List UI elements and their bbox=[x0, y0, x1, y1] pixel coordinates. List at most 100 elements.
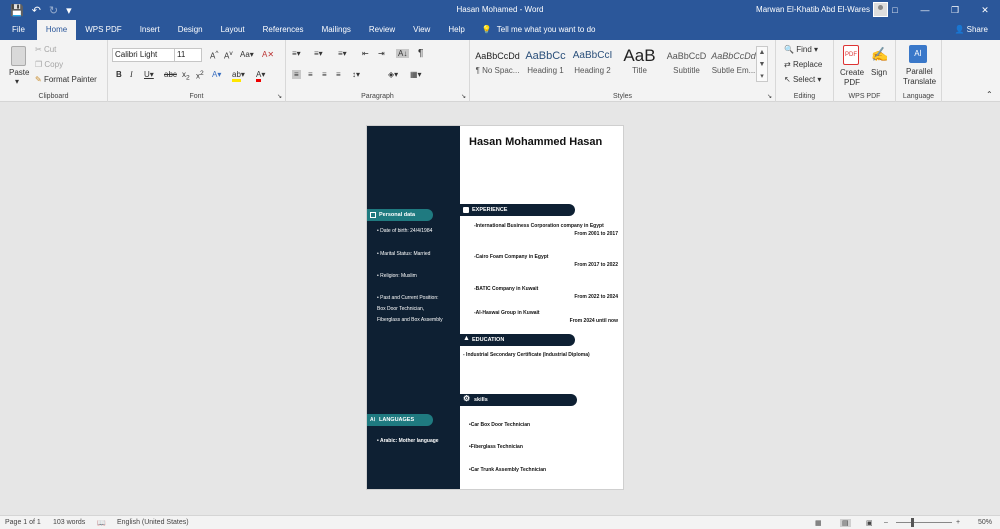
sort-button[interactable]: A↓ bbox=[396, 49, 410, 58]
language-status[interactable]: English (United States) bbox=[117, 519, 189, 526]
cut-button[interactable]: ✂ Cut bbox=[35, 45, 56, 54]
word-count[interactable]: 103 words bbox=[53, 519, 85, 526]
underline-button[interactable]: U▾ bbox=[144, 70, 154, 79]
tab-design[interactable]: Design bbox=[169, 20, 212, 40]
restore-icon[interactable]: ❐ bbox=[940, 0, 970, 20]
zoom-level[interactable]: 50% bbox=[978, 519, 992, 526]
shrink-font-button[interactable]: Av bbox=[224, 50, 233, 61]
ribbon-tabs: File Home WPS PDF Insert Design Layout R… bbox=[0, 20, 1000, 40]
close-icon[interactable]: ✕ bbox=[970, 0, 1000, 20]
tell-me-box[interactable]: 💡 Tell me what you want to do bbox=[482, 20, 596, 40]
text-effects-button[interactable]: A▾ bbox=[212, 70, 221, 79]
strikethrough-button[interactable]: abc bbox=[164, 70, 177, 79]
bullets-button[interactable]: ≡▾ bbox=[292, 49, 301, 58]
style-subtle-emphasis[interactable]: AaBbCcDd Subtle Em... bbox=[710, 46, 757, 82]
find-button[interactable]: 🔍 Find ▾ bbox=[784, 45, 818, 54]
paste-dropdown-icon[interactable]: ▾ bbox=[15, 77, 19, 86]
editing-group: 🔍 Find ▾ ⇄ Replace ↖ Select ▾ Editing bbox=[776, 40, 834, 102]
save-icon[interactable]: 💾 bbox=[10, 4, 24, 17]
superscript-button[interactable]: x2 bbox=[196, 70, 204, 81]
font-size-select[interactable]: 11 bbox=[174, 48, 202, 62]
font-name-select[interactable]: Calibri Light bbox=[112, 48, 176, 62]
tab-review[interactable]: Review bbox=[360, 20, 404, 40]
undo-icon[interactable]: ↶ bbox=[32, 4, 41, 17]
numbering-button[interactable]: ≡▾ bbox=[314, 49, 323, 58]
copy-button[interactable]: ❐ Copy bbox=[35, 60, 63, 69]
tab-wps-pdf[interactable]: WPS PDF bbox=[76, 20, 130, 40]
change-case-button[interactable]: Aa▾ bbox=[240, 50, 254, 59]
share-button[interactable]: 👤 Share bbox=[954, 20, 988, 40]
gear-icon: ⚙ bbox=[463, 394, 471, 403]
styles-dialog-launcher-icon[interactable]: ↘ bbox=[767, 93, 772, 100]
zoom-in-button[interactable]: + bbox=[956, 519, 960, 526]
paste-button[interactable]: Paste bbox=[9, 68, 29, 77]
tab-view[interactable]: View bbox=[404, 20, 439, 40]
show-marks-button[interactable]: ¶ bbox=[418, 48, 423, 59]
print-layout-icon[interactable]: ▤ bbox=[840, 519, 851, 527]
multilevel-list-button[interactable]: ≡▾ bbox=[338, 49, 347, 58]
tab-file[interactable]: File bbox=[0, 20, 37, 40]
styles-gallery-scroll[interactable]: ▲ ▼ ▾ bbox=[756, 46, 768, 82]
select-button[interactable]: ↖ Select ▾ bbox=[784, 75, 821, 84]
grow-font-button[interactable]: A^ bbox=[210, 50, 218, 61]
proofing-icon[interactable]: 📖 bbox=[97, 519, 106, 527]
tab-help[interactable]: Help bbox=[439, 20, 473, 40]
style-no-spacing[interactable]: AaBbCcDd ¶ No Spac... bbox=[474, 46, 521, 82]
page-count[interactable]: Page 1 of 1 bbox=[5, 519, 41, 526]
highlight-button[interactable]: ab▾ bbox=[232, 70, 245, 82]
increase-indent-button[interactable]: ⇥ bbox=[378, 49, 385, 58]
paragraph-dialog-launcher-icon[interactable]: ↘ bbox=[461, 93, 466, 100]
line-spacing-button[interactable]: ↕▾ bbox=[352, 70, 360, 79]
sign-label[interactable]: Sign bbox=[871, 68, 887, 77]
web-layout-icon[interactable]: ▣ bbox=[866, 519, 873, 527]
minimize-icon[interactable]: — bbox=[910, 0, 940, 20]
shading-button[interactable]: ◈▾ bbox=[388, 70, 398, 79]
ribbon-display-icon[interactable]: □ bbox=[880, 0, 910, 20]
zoom-slider[interactable] bbox=[896, 522, 952, 523]
style-subtitle[interactable]: AaBbCcD Subtitle bbox=[663, 46, 710, 82]
zoom-out-button[interactable]: – bbox=[884, 519, 888, 526]
borders-button[interactable]: ▦▾ bbox=[410, 70, 422, 79]
document-canvas[interactable]: Hasan Mohammed Hasan Personal data • Dat… bbox=[0, 103, 1000, 515]
align-right-button[interactable]: ≡ bbox=[322, 70, 327, 79]
personal-data-label: Personal data bbox=[379, 212, 416, 218]
tab-insert[interactable]: Insert bbox=[131, 20, 169, 40]
sign-icon[interactable]: ✍ bbox=[871, 46, 888, 63]
styles-group-label: Styles bbox=[612, 93, 633, 100]
replace-button[interactable]: ⇄ Replace bbox=[784, 60, 822, 69]
style-heading-2[interactable]: AaBbCcI Heading 2 bbox=[569, 46, 616, 82]
style-heading-1[interactable]: AaBbCc Heading 1 bbox=[522, 46, 569, 82]
bold-button[interactable]: B bbox=[116, 70, 122, 79]
parallel-label[interactable]: Parallel bbox=[906, 67, 933, 76]
redo-icon[interactable]: ↻ bbox=[49, 4, 58, 17]
document-icon bbox=[370, 212, 376, 218]
tab-mailings[interactable]: Mailings bbox=[313, 20, 360, 40]
font-dialog-launcher-icon[interactable]: ↘ bbox=[277, 93, 282, 100]
pdf-label[interactable]: PDF bbox=[844, 78, 860, 87]
read-mode-icon[interactable]: ▦ bbox=[815, 519, 822, 527]
translate-label[interactable]: Translate bbox=[903, 77, 936, 86]
align-center-button[interactable]: ≡ bbox=[308, 70, 313, 79]
tab-references[interactable]: References bbox=[254, 20, 313, 40]
collapse-ribbon-icon[interactable]: ⌃ bbox=[986, 90, 993, 99]
style-title[interactable]: AaB Title bbox=[616, 46, 663, 82]
decrease-indent-button[interactable]: ⇤ bbox=[362, 49, 369, 58]
paste-icon[interactable] bbox=[11, 46, 26, 66]
format-painter-button[interactable]: ✎ Format Painter bbox=[35, 75, 97, 84]
personal-line: Box Door Technician, bbox=[377, 306, 425, 312]
tab-home[interactable]: Home bbox=[36, 20, 77, 40]
document-page[interactable]: Hasan Mohammed Hasan Personal data • Dat… bbox=[366, 125, 624, 490]
clear-format-icon[interactable]: A✕ bbox=[262, 50, 274, 59]
font-color-button[interactable]: A▾ bbox=[256, 70, 265, 82]
align-left-button[interactable]: ≡ bbox=[292, 70, 301, 79]
customize-qat-icon[interactable]: ▾ bbox=[66, 4, 72, 17]
italic-button[interactable]: I bbox=[130, 70, 133, 79]
translate-icon[interactable]: A​ا bbox=[909, 45, 927, 63]
zoom-slider-thumb[interactable] bbox=[911, 518, 914, 527]
create-pdf-icon[interactable]: PDF bbox=[843, 45, 859, 65]
justify-button[interactable]: ≡ bbox=[336, 70, 341, 79]
user-name[interactable]: Marwan El-Khatib Abd El-Wares bbox=[756, 5, 870, 14]
subscript-button[interactable]: x2 bbox=[182, 70, 190, 82]
create-pdf-label[interactable]: Create bbox=[840, 68, 864, 77]
tab-layout[interactable]: Layout bbox=[212, 20, 254, 40]
